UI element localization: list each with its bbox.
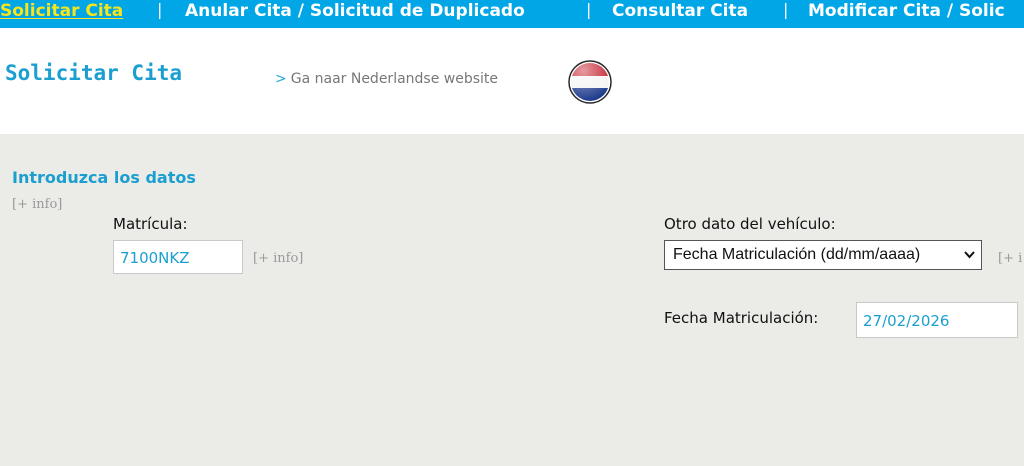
nav-separator: |: [157, 0, 163, 19]
chevron-down-icon: [964, 251, 975, 259]
link-arrow: >: [275, 71, 287, 87]
fecha-matriculacion-input[interactable]: [856, 302, 1018, 338]
otro-dato-selected-value: Fecha Matriculación (dd/mm/aaaa): [673, 246, 921, 263]
section-info-link[interactable]: [+ info]: [12, 197, 62, 212]
netherlands-flag-icon[interactable]: [568, 60, 612, 104]
matricula-info-link[interactable]: [+ info]: [253, 251, 303, 266]
fecha-matriculacion-label: Fecha Matriculación:: [664, 309, 819, 327]
otro-dato-info-link[interactable]: [+ i: [998, 251, 1022, 266]
tab-anular-cita[interactable]: Anular Cita / Solicitud de Duplicado: [185, 0, 525, 24]
dutch-website-link-label: Ga naar Nederlandse website: [290, 71, 499, 87]
otro-dato-select[interactable]: Fecha Matriculación (dd/mm/aaaa): [664, 240, 982, 270]
top-navigation: Solicitar Cita | Anular Cita / Solicitud…: [0, 0, 1024, 28]
tab-solicitar-cita[interactable]: Solicitar Cita: [0, 0, 124, 24]
page-title: Solicitar Cita: [5, 61, 183, 85]
tab-modificar-cita[interactable]: Modificar Cita / Solic: [808, 0, 1005, 24]
nav-separator: |: [586, 0, 592, 19]
nav-separator: |: [783, 0, 789, 19]
page-header: Solicitar Cita > Ga naar Nederlandse webs…: [0, 28, 1024, 134]
section-title: Introduzca los datos: [12, 168, 196, 187]
dutch-website-link[interactable]: > Ga naar Nederlandse website: [275, 71, 498, 87]
matricula-input[interactable]: [113, 240, 243, 274]
matricula-label: Matrícula:: [113, 215, 188, 233]
tab-consultar-cita[interactable]: Consultar Cita: [612, 0, 748, 24]
otro-dato-label: Otro dato del vehículo:: [664, 215, 836, 233]
